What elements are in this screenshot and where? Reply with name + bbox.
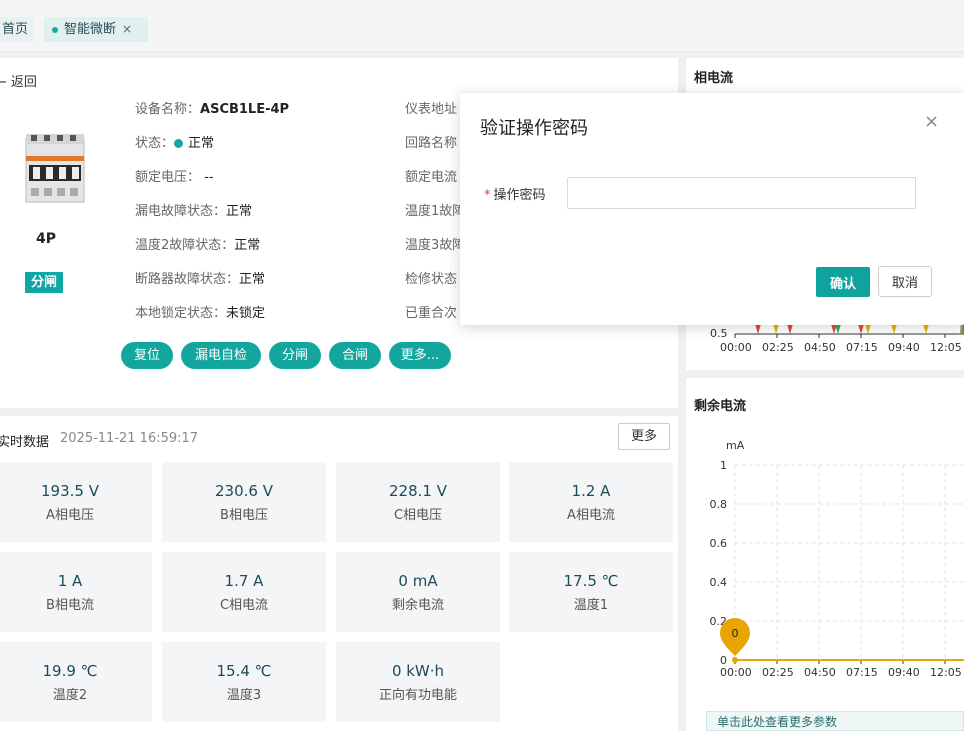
y-tick-label: 0.6 [710,537,728,550]
x-tick-label: 04:50 [804,341,836,354]
x-tick-label: 00:00 [720,341,752,354]
y-tick-label: 0.8 [710,498,728,511]
realtime-more-button[interactable]: 更多 [618,423,670,450]
realtime-title: 实时数据 [0,435,50,450]
series-spike [773,324,779,334]
cancel-button[interactable]: 取消 [878,266,932,297]
meter-address-field: 仪表地址 [405,102,458,117]
series-spike [891,324,897,334]
metric-card: 17.5 ℃ 温度1 [509,552,673,632]
active-dot-icon [52,26,58,33]
metric-card: 19.9 ℃ 温度2 [0,642,152,722]
reset-button[interactable]: 复位 [121,342,173,369]
series-spike [835,324,841,334]
x-tick-label: 12:05 [930,341,962,354]
x-tick-label: 02:25 [762,341,794,354]
switch-state-badge: 分闸 [25,272,63,293]
arrow-left-icon: ← [0,75,7,90]
series-spike [858,324,864,334]
metric-card: 15.4 ℃ 温度3 [162,642,326,722]
verify-password-modal: 验证操作密码 × * 操作密码 确认 取消 [460,93,964,325]
breaker-fault-field: 断路器故障状态：正常 [135,272,266,287]
temp1-fault-field: 温度1故障 [405,204,466,219]
breaker-device-image [25,134,85,203]
local-lock-field: 本地锁定状态：未锁定 [135,306,266,321]
password-label: * 操作密码 [484,188,546,203]
residual-current-chart: mA 00.20.40.60.81 00:00 02:25 04:50 07:15 09… [710,439,964,679]
x-tick-label: 09:40 [888,666,920,679]
back-link[interactable]: ← 返回 [0,71,37,90]
leak-fault-field: 漏电故障状态：正常 [135,204,253,219]
tab-home[interactable]: 首页 [0,17,35,42]
temp3-fault-field: 温度3故障 [405,238,466,253]
metric-card: 1.7 A C相电流 [162,552,326,632]
y-tick-label: 0.5 [710,327,728,340]
realtime-timestamp: 2025-11-21 16:59:17 [60,431,199,446]
close-icon[interactable]: × [122,22,132,36]
more-params-link[interactable]: 单击此处查看更多参数 [706,711,964,731]
y-axis-unit-label: mA [726,439,745,452]
open-breaker-button[interactable]: 分闸 [269,342,321,369]
device-name-field: 设备名称：ASCB1LE-4P [135,102,290,117]
status-field: 状态： 正常 [135,136,215,151]
metric-card: 1.2 A A相电流 [509,462,673,542]
x-tick-label: 09:40 [888,341,920,354]
password-input[interactable] [567,177,916,209]
metric-card: 0 mA 剩余电流 [336,552,500,632]
reclose-count-field: 已重合次 [405,306,458,321]
series-spike [755,324,761,334]
leak-self-test-button[interactable]: 漏电自检 [181,342,261,369]
rated-current-field: 额定电流 [405,170,458,185]
tab-smart-breaker[interactable]: 智能微断 × [44,17,148,42]
more-actions-button[interactable]: 更多... [389,342,451,369]
temp2-fault-field: 温度2故障状态：正常 [135,238,261,253]
data-point [732,657,738,663]
close-icon[interactable]: × [924,111,939,132]
modal-title: 验证操作密码 [480,118,588,139]
x-tick-label: 02:25 [762,666,794,679]
series-spike [787,324,793,334]
metric-card: 193.5 V A相电压 [0,462,152,542]
x-tick-label: 00:00 [720,666,752,679]
metric-card: 1 A B相电流 [0,552,152,632]
close-breaker-button[interactable]: 合闸 [329,342,381,369]
metric-card: 228.1 V C相电压 [336,462,500,542]
series-spike [923,324,929,334]
metric-card: 230.6 V B相电压 [162,462,326,542]
metric-card: 0 kW·h 正向有功电能 [336,642,500,722]
y-tick-label: 0.4 [710,576,728,589]
x-tick-label: 07:15 [846,666,878,679]
tab-label: 智能微断 [64,22,117,37]
device-model-label: 4P [36,231,57,247]
status-dot-icon [174,139,184,148]
annotation-label: 0 [732,627,739,640]
x-tick-label: 04:50 [804,666,836,679]
x-tick-label: 12:05 [930,666,962,679]
series-spike [865,324,871,334]
x-tick-label: 07:15 [846,341,878,354]
confirm-button[interactable]: 确认 [816,267,870,297]
tab-bar: 首页 智能微断 × [0,0,964,52]
required-mark: * [484,188,491,203]
circuit-name-field: 回路名称 [405,136,458,151]
maintenance-field: 检修状态 [405,272,458,287]
rated-voltage-field: 额定电压： -- [135,170,214,185]
y-tick-label: 1 [720,459,727,472]
